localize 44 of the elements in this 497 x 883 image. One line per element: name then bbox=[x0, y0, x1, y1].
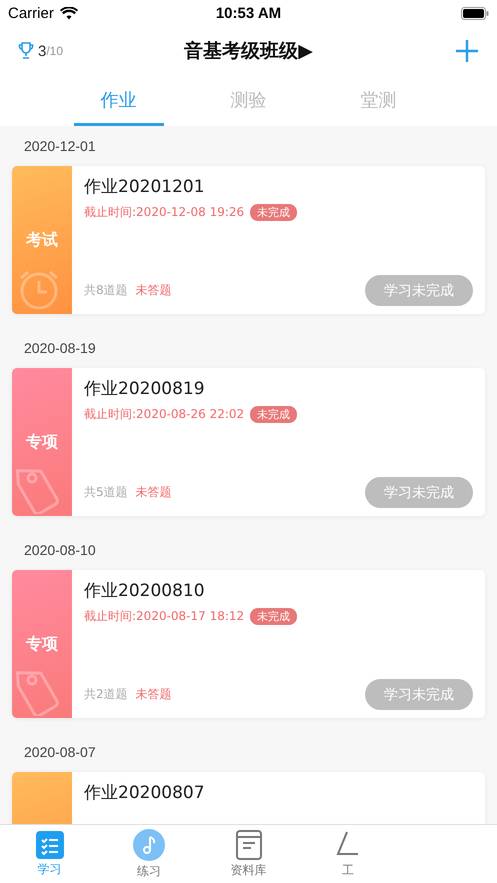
homework-title: 作业20200807 bbox=[84, 782, 206, 805]
category-label: 专项 bbox=[26, 634, 58, 654]
music-note-icon bbox=[133, 828, 166, 860]
homework-title: 作业20200810 bbox=[84, 580, 206, 603]
category-label: 考试 bbox=[26, 230, 58, 250]
question-count: 共5道题 bbox=[84, 484, 128, 501]
status-badge: 未完成 bbox=[250, 406, 298, 423]
time-text: 10:53 AM bbox=[216, 4, 282, 22]
deadline-text: 截止时间:2020-08-26 22:02 bbox=[84, 406, 244, 423]
question-count: 共8道题 bbox=[84, 282, 128, 299]
status-badge: 未完成 bbox=[250, 204, 298, 221]
tab-bar-item[interactable]: 练习 bbox=[99, 825, 199, 883]
score-total-text: /10 bbox=[46, 44, 64, 58]
question-count: 共2道题 bbox=[84, 686, 128, 703]
date-header: 2020-08-07 bbox=[23, 743, 97, 762]
tab-bar-item[interactable]: 学习 bbox=[0, 825, 100, 883]
status-badge: 未完成 bbox=[250, 608, 298, 625]
homework-card[interactable]: 考试 作业20201201 截止时间:2020-12-08 19:26 未完成 共8道题 未答题 学习未完成 bbox=[12, 166, 485, 314]
add-icon[interactable] bbox=[455, 39, 479, 63]
checklist-icon bbox=[36, 830, 64, 858]
category-label: 专项 bbox=[26, 432, 58, 452]
homework-card[interactable]: 作业20200807 bbox=[12, 772, 485, 824]
date-header: 2020-08-10 bbox=[23, 541, 97, 560]
homework-title: 作业20201201 bbox=[84, 176, 206, 199]
homework-card[interactable]: 专项 作业20200810 截止时间:2020-08-17 18:12 未完成 共2道题 未答题 学习未完成 bbox=[12, 570, 485, 718]
deadline-text: 截止时间:2020-12-08 19:26 bbox=[84, 204, 244, 221]
tab-bar-item[interactable]: 工 bbox=[298, 825, 398, 883]
class-title-button[interactable]: 音基考级班级▶ bbox=[184, 38, 313, 64]
date-header: 2020-12-01 bbox=[23, 137, 97, 156]
trophy-icon bbox=[18, 42, 34, 60]
answer-state: 未答题 bbox=[136, 686, 172, 703]
homework-title: 作业20200819 bbox=[84, 378, 206, 401]
battery-icon bbox=[461, 6, 489, 20]
score-text: 3 bbox=[38, 42, 46, 60]
carrier-text: Carrier bbox=[8, 4, 54, 22]
homework-card[interactable]: 专项 作业20200819 截止时间:2020-08-26 22:02 未完成 共5道题 未答题 学习未完成 bbox=[12, 368, 485, 516]
answer-state: 未答题 bbox=[136, 484, 172, 501]
book-icon bbox=[236, 830, 262, 860]
deadline-text: 截止时间:2020-08-17 18:12 bbox=[84, 608, 244, 625]
tab-bar-item[interactable]: 资料库 bbox=[198, 825, 298, 883]
tab[interactable]: 作业 bbox=[74, 76, 164, 126]
answer-state: 未答题 bbox=[136, 282, 172, 299]
wifi-icon bbox=[60, 6, 78, 20]
date-header: 2020-08-19 bbox=[23, 339, 97, 358]
